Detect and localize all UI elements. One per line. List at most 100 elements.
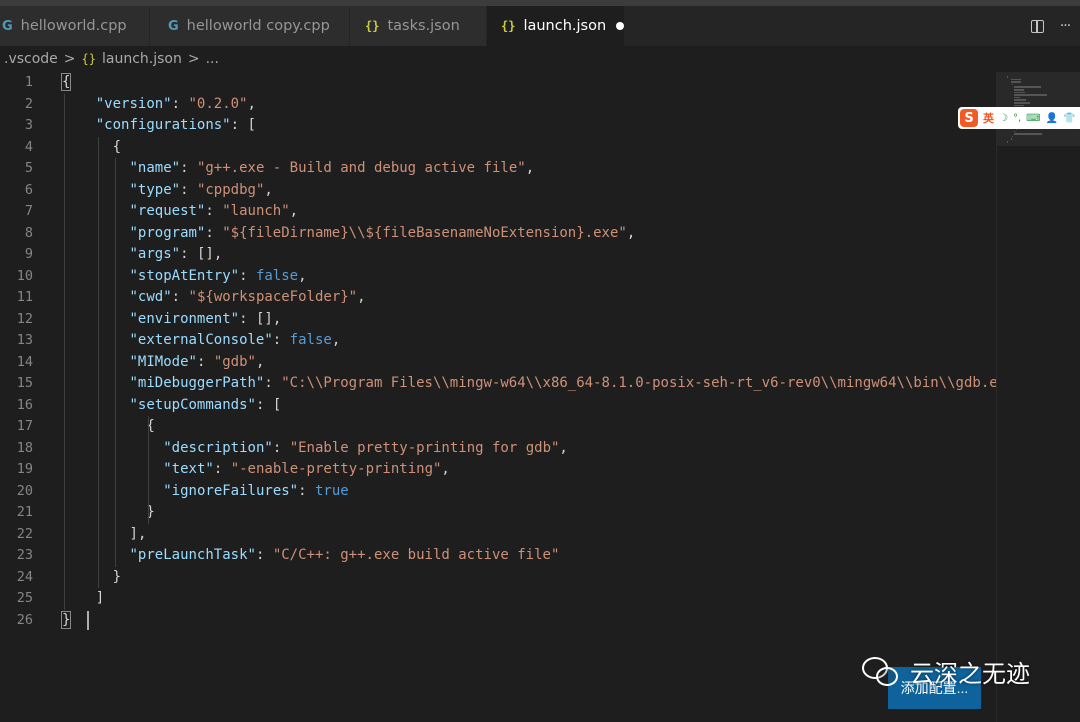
tab-launch-json[interactable]: {} launch.json <box>487 6 625 46</box>
tab-label: helloworld.cpp <box>20 18 127 34</box>
code-line[interactable]: 1{ <box>0 72 996 94</box>
indent-guide <box>64 93 65 610</box>
minimap-line <box>1014 133 1043 135</box>
code-text: "preLaunchTask": "C/C++: g++.exe build a… <box>129 547 560 563</box>
text-cursor <box>87 610 89 630</box>
code-text: "description": "Enable pretty-printing f… <box>163 439 568 456</box>
code-line[interactable]: 22 ], <box>0 524 996 546</box>
split-editor-icon <box>1030 19 1044 33</box>
line-number: 20 <box>16 482 33 499</box>
code-text: "args": [], <box>129 246 223 262</box>
code-line[interactable]: 13 "externalConsole": false, <box>0 330 996 352</box>
minimap-line <box>1007 141 1008 143</box>
code-text: "miDebuggerPath": "C:\\Program Files\\mi… <box>129 375 1032 391</box>
breadcrumb-file[interactable]: launch.json <box>102 51 182 67</box>
sogou-logo-icon: S <box>960 109 978 127</box>
minimap-line <box>1010 78 1022 81</box>
minimap-line <box>1012 135 1013 138</box>
moon-icon[interactable]: ☽ <box>999 113 1008 124</box>
more-actions-button[interactable]: ··· <box>1055 16 1075 36</box>
code-text: "configurations": [ <box>95 117 256 133</box>
line-number: 11 <box>16 289 33 305</box>
code-line[interactable]: 15 "miDebuggerPath": "C:\\Program Files\… <box>0 373 1032 395</box>
code-editor[interactable]: 1{2 "version": "0.2.0", 3 "configurations… <box>0 72 1032 722</box>
code-line[interactable]: 23 "preLaunchTask": "C/C++: g++.exe buil… <box>0 545 996 567</box>
user-icon[interactable]: 👤 <box>1046 113 1058 124</box>
code-line[interactable]: 26} <box>0 610 996 632</box>
watermark-text: 云深之无迹 <box>910 660 1030 688</box>
chevron-right-icon: > <box>187 51 200 67</box>
minimap-line <box>1014 104 1025 107</box>
code-text: } <box>112 568 122 585</box>
tab-label: launch.json <box>523 18 607 34</box>
code-line[interactable]: 16 "setupCommands": [ <box>0 395 996 417</box>
code-line[interactable]: 19 "text": "-enable-pretty-printing", <box>0 459 996 481</box>
line-number: 4 <box>24 138 33 155</box>
code-line[interactable]: 6 "type": "cppdbg", <box>0 180 996 202</box>
code-text: "setupCommands": [ <box>129 396 282 413</box>
code-text: "type": "cppdbg", <box>129 181 273 198</box>
code-line[interactable]: 18 "description": "Enable pretty-printin… <box>0 438 996 460</box>
minimap[interactable] <box>996 72 1080 722</box>
watermark: 云深之无迹 <box>862 654 1030 689</box>
line-number: 14 <box>16 353 33 370</box>
line-number: 15 <box>16 375 33 391</box>
ime-toolbar[interactable]: S 英 ☽ °, ⌨ 👤 👕 <box>958 107 1080 129</box>
json-file-icon: {} <box>81 52 96 66</box>
code-line[interactable]: 3 "configurations": [ <box>0 115 996 137</box>
tab-label: helloworld copy.cpp <box>186 18 330 34</box>
code-line[interactable]: 17 { <box>0 416 996 438</box>
line-number: 13 <box>16 332 33 348</box>
breadcrumb-tail[interactable]: ... <box>206 51 219 67</box>
code-text: ], <box>129 525 147 542</box>
code-line[interactable]: 10 "stopAtEntry": false, <box>0 266 996 288</box>
code-line[interactable]: 11 "cwd": "${workspaceFolder}", <box>0 287 996 309</box>
line-number: 26 <box>16 611 33 628</box>
ime-language-toggle[interactable]: 英 <box>983 110 994 126</box>
unsaved-changes-dot-icon[interactable] <box>616 22 624 30</box>
tab-tasks-json[interactable]: {} tasks.json <box>350 6 487 46</box>
line-number: 23 <box>16 547 33 563</box>
minimap-line <box>1014 102 1030 104</box>
line-number: 2 <box>24 95 33 112</box>
code-line[interactable]: 25 ] <box>0 588 996 610</box>
line-number: 1 <box>24 74 33 90</box>
code-line[interactable]: 24 } <box>0 567 996 589</box>
indent-guide <box>97 136 99 588</box>
minimap-line <box>1012 83 1013 86</box>
code-text: "MIMode": "gdb", <box>129 353 265 370</box>
line-number: 22 <box>16 525 33 542</box>
line-number: 5 <box>24 160 33 176</box>
wechat-icon <box>862 656 900 687</box>
code-text: "program": "${fileDirname}\\${fileBasena… <box>129 224 636 241</box>
code-line[interactable]: 12 "environment": [], <box>0 309 996 331</box>
code-line[interactable]: 4 { <box>0 137 996 159</box>
chevron-right-icon: > <box>63 51 76 67</box>
code-line[interactable]: 20 "ignoreFailures": true <box>0 481 996 503</box>
code-line[interactable]: 21 } <box>0 502 996 524</box>
code-line[interactable]: 14 "MIMode": "gdb", <box>0 352 996 374</box>
code-text: { <box>60 73 72 91</box>
code-line[interactable]: 5 "name": "g++.exe - Build and debug act… <box>0 158 996 180</box>
line-number: 7 <box>24 203 33 219</box>
json-file-icon: {} <box>501 19 516 33</box>
line-number: 10 <box>16 267 33 284</box>
tab-helloworld-cpp[interactable]: G helloworld.cpp <box>0 6 150 46</box>
split-editor-button[interactable] <box>1027 16 1047 36</box>
breadcrumb-folder[interactable]: .vscode <box>4 51 58 67</box>
code-line[interactable]: 9 "args": [], <box>0 244 996 266</box>
code-line[interactable]: 7 "request": "launch", <box>0 201 996 223</box>
tab-helloworld-copy-cpp[interactable]: G helloworld copy.cpp <box>150 6 350 46</box>
code-line[interactable]: 2 "version": "0.2.0", <box>0 94 996 116</box>
skin-icon[interactable]: 👕 <box>1063 113 1075 124</box>
editor-tab-bar: G helloworld.cpp G helloworld copy.cpp {… <box>0 6 1080 46</box>
line-number: 8 <box>24 224 33 241</box>
breadcrumb: .vscode > {} launch.json > ... <box>0 46 219 72</box>
line-number: 3 <box>24 117 33 133</box>
code-line[interactable]: 8 "program": "${fileDirname}\\${fileBase… <box>0 223 996 245</box>
punctuation-icon[interactable]: °, <box>1013 113 1021 124</box>
code-text: "externalConsole": false, <box>129 332 341 348</box>
minimap-line <box>1014 96 1021 99</box>
code-text: } <box>146 504 155 520</box>
keyboard-icon[interactable]: ⌨ <box>1026 113 1040 124</box>
